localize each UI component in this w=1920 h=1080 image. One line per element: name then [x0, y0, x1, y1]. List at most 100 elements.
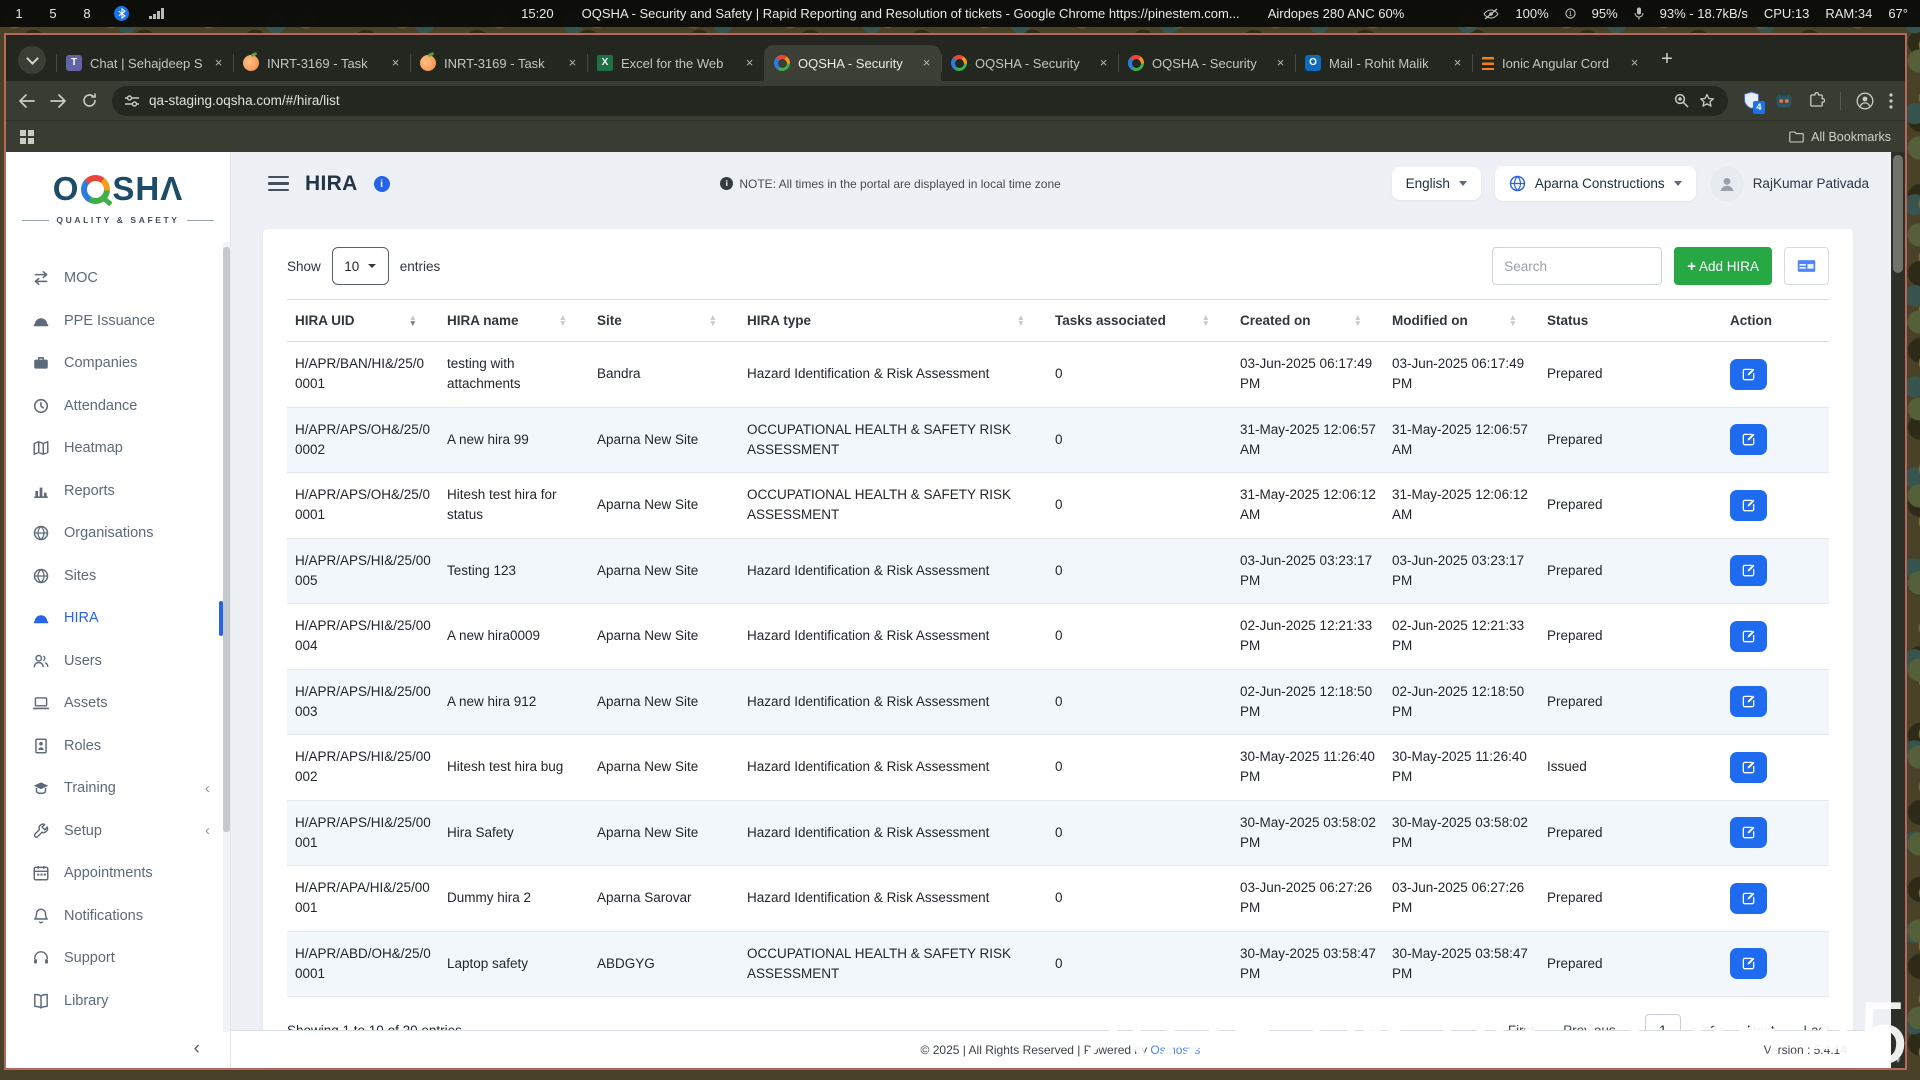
sidebar-item-support[interactable]: Support	[6, 937, 230, 980]
column-header-hira-type[interactable]: HIRA type	[739, 300, 1047, 342]
edit-button[interactable]	[1730, 752, 1767, 783]
tab-oqsha-security[interactable]: OQSHA - Security	[1118, 45, 1295, 81]
tab-mail-rohit-malik[interactable]: Mail - Rohit Malik	[1295, 45, 1472, 81]
edit-button[interactable]	[1730, 883, 1767, 914]
user-menu[interactable]: RajKumar Pativada	[1710, 167, 1869, 201]
edit-button[interactable]	[1730, 817, 1767, 848]
apps-grid-icon[interactable]	[20, 130, 34, 144]
tab-close-icon[interactable]	[1626, 55, 1643, 72]
sidebar-item-moc[interactable]: MOC	[6, 257, 230, 300]
profile-icon[interactable]	[1856, 92, 1874, 110]
edit-button[interactable]	[1730, 359, 1767, 390]
microphone-icon[interactable]	[1634, 7, 1644, 20]
column-header-status[interactable]: Status	[1539, 300, 1722, 342]
eye-off-icon[interactable]	[1483, 8, 1499, 20]
scroll-down-arrow-icon[interactable]	[1891, 1056, 1905, 1065]
tab-close-icon[interactable]	[387, 55, 404, 72]
tab-ionic-angular-cord[interactable]: Ionic Angular Cord	[1472, 45, 1649, 81]
column-header-hira-uid[interactable]: HIRA UID	[287, 300, 439, 342]
new-tab-button[interactable]	[1653, 45, 1681, 73]
sidebar-item-library[interactable]: Library	[6, 980, 230, 1023]
edit-button[interactable]	[1730, 686, 1767, 717]
sidebar-item-ppe-issuance[interactable]: PPE Issuance	[6, 300, 230, 343]
tab-close-icon[interactable]	[564, 55, 581, 72]
column-header-tasks-associated[interactable]: Tasks associated	[1047, 300, 1232, 342]
sort-arrows-icon[interactable]	[1017, 315, 1039, 326]
tab-close-icon[interactable]	[741, 55, 758, 72]
robot-extension-icon[interactable]	[1775, 93, 1793, 109]
temperature[interactable]: 67°	[1888, 6, 1908, 21]
hamburger-menu-icon[interactable]	[268, 176, 289, 191]
sort-arrows-icon[interactable]	[709, 315, 731, 326]
extensions-icon[interactable]	[1808, 92, 1825, 109]
sidebar-item-hira[interactable]: HIRA	[6, 597, 230, 640]
workspace-indicator[interactable]: 8	[80, 6, 94, 21]
sidebar-item-assets[interactable]: Assets	[6, 682, 230, 725]
ram-usage[interactable]: RAM:34	[1825, 6, 1872, 21]
sidebar-item-attendance[interactable]: Attendance	[6, 385, 230, 428]
sidebar-collapse-icon[interactable]	[194, 1038, 200, 1060]
sidebar-item-roles[interactable]: Roles	[6, 725, 230, 768]
back-icon[interactable]	[18, 94, 35, 108]
add-hira-button[interactable]: Add HIRA	[1674, 247, 1772, 285]
column-header-action[interactable]: Action	[1722, 300, 1829, 342]
page-scrollbar-thumb[interactable]	[1893, 155, 1903, 273]
sidebar-scrollbar-thumb[interactable]	[223, 247, 230, 832]
organisation-dropdown[interactable]: Aparna Constructions	[1495, 166, 1696, 201]
sort-arrows-icon[interactable]	[409, 315, 431, 326]
sidebar-item-reports[interactable]: Reports	[6, 470, 230, 513]
page-scrollbar[interactable]	[1891, 152, 1905, 1068]
page-size-select[interactable]: 10	[332, 247, 389, 285]
edit-button[interactable]	[1730, 424, 1767, 455]
sidebar-item-appointments[interactable]: Appointments	[6, 852, 230, 895]
tab-oqsha-security[interactable]: OQSHA - Security	[941, 45, 1118, 81]
bookmark-star-icon[interactable]	[1699, 93, 1715, 109]
column-visibility-button[interactable]	[1784, 247, 1829, 285]
tab-chat-sehajdeep-s[interactable]: Chat | Sehajdeep S	[56, 45, 233, 81]
sidebar-item-training[interactable]: Training	[6, 767, 230, 810]
tune-icon[interactable]	[125, 95, 139, 107]
volume-level[interactable]: 100%	[1515, 6, 1548, 21]
tab-close-icon[interactable]	[1272, 55, 1289, 72]
column-header-modified-on[interactable]: Modified on	[1384, 300, 1539, 342]
tab-excel-for-the-web[interactable]: Excel for the Web	[587, 45, 764, 81]
sidebar-item-companies[interactable]: Companies	[6, 342, 230, 385]
tab-inrt-3169-task[interactable]: INRT-3169 - Task	[233, 45, 410, 81]
sidebar-item-heatmap[interactable]: Heatmap	[6, 427, 230, 470]
url-text[interactable]: qa-staging.oqsha.com/#/hira/list	[149, 93, 340, 108]
adblock-shield-icon[interactable]: 4	[1743, 91, 1760, 110]
sort-arrows-icon[interactable]	[1509, 315, 1531, 326]
edit-button[interactable]	[1730, 555, 1767, 586]
osmosys-link[interactable]: Osmosys	[1150, 1043, 1200, 1057]
address-bar[interactable]: qa-staging.oqsha.com/#/hira/list	[112, 86, 1728, 116]
column-header-created-on[interactable]: Created on	[1232, 300, 1384, 342]
sidebar-item-users[interactable]: Users	[6, 640, 230, 683]
forward-icon[interactable]	[50, 94, 67, 108]
sort-arrows-icon[interactable]	[1202, 315, 1224, 326]
hira-info-icon[interactable]	[374, 176, 390, 192]
tab-close-icon[interactable]	[918, 55, 935, 72]
edit-button[interactable]	[1730, 621, 1767, 652]
sort-arrows-icon[interactable]	[1354, 315, 1376, 326]
sidebar-item-notifications[interactable]: Notifications	[6, 895, 230, 938]
bt-battery-level[interactable]: 95%	[1592, 6, 1618, 21]
reload-icon[interactable]	[82, 93, 97, 108]
tab-close-icon[interactable]	[210, 55, 227, 72]
tab-close-icon[interactable]	[1095, 55, 1112, 72]
chevron-left-icon[interactable]	[205, 780, 210, 797]
search-input[interactable]	[1492, 247, 1662, 285]
tab-search-button[interactable]	[18, 46, 46, 74]
workspace-indicator[interactable]: 1	[12, 6, 26, 21]
network-speed[interactable]: 93% - 18.7kB/s	[1660, 6, 1748, 21]
bluetooth-icon[interactable]	[114, 6, 129, 21]
app-logo[interactable]: OSHΛ QUALITY & SAFETY	[6, 152, 230, 233]
edit-button[interactable]	[1730, 948, 1767, 979]
zoom-icon[interactable]	[1674, 93, 1689, 108]
column-header-site[interactable]: Site	[589, 300, 739, 342]
column-header-hira-name[interactable]: HIRA name	[439, 300, 589, 342]
tab-oqsha-security[interactable]: OQSHA - Security	[764, 45, 941, 81]
language-dropdown[interactable]: English	[1392, 167, 1481, 200]
sidebar-item-organisations[interactable]: Organisations	[6, 512, 230, 555]
menu-kebab-icon[interactable]	[1889, 93, 1893, 109]
cpu-usage[interactable]: CPU:13	[1764, 6, 1810, 21]
